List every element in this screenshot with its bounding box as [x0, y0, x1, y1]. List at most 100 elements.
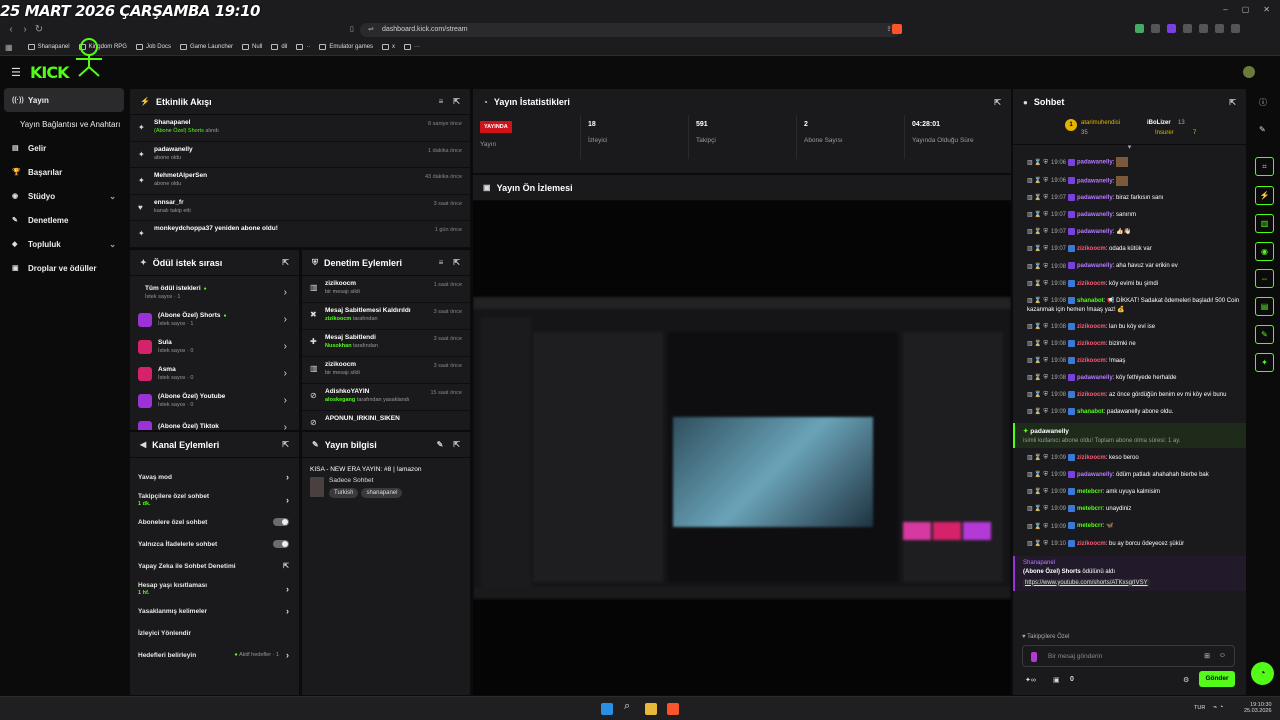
channel-action-item[interactable]: Yalnızca İfadelerle sohbet — [130, 533, 299, 555]
poll-icon[interactable]: ▤ — [1255, 297, 1274, 316]
channel-action-item[interactable]: Abonelere özel sohbet — [130, 511, 299, 533]
wrench-icon[interactable]: ✎ — [1255, 325, 1274, 344]
moderation-title[interactable]: APONUN_IRKINI_SIKEN — [325, 415, 400, 422]
bolt-icon[interactable]: ⚡ — [1255, 186, 1274, 205]
activity-user[interactable]: padawanelly — [154, 146, 193, 153]
menu-icon[interactable]: ☰ — [11, 66, 21, 79]
chat-username[interactable]: zizikoocm — [1077, 281, 1106, 287]
bookmark-item[interactable]: Game Launcher — [179, 44, 233, 50]
chat-username[interactable]: metebcrr — [1077, 506, 1103, 512]
chat-input[interactable]: Bir mesaj gönderin ⊞ ☺ — [1022, 645, 1235, 667]
channel-action-item[interactable]: İzleyici Yönlendir — [130, 622, 299, 644]
chat-username[interactable]: padawanelly — [1077, 160, 1113, 166]
reward-queue-item[interactable]: (Abone Özel) Shorts ● İstek sayısı · 1 › — [130, 306, 299, 333]
reward-queue-item[interactable]: (Abone Özel) Tiktok › — [130, 414, 299, 430]
bookmark-item[interactable]: ·· — [296, 44, 310, 50]
sidebar-item[interactable]: Yayın Bağlantısı ve Anahtarı — [0, 112, 128, 136]
channel-action-item[interactable]: Takipçilere özel sohbet 1 dk. › — [130, 488, 299, 511]
activity-user[interactable]: Shanapanel — [154, 119, 219, 126]
file-explorer-icon[interactable] — [645, 703, 657, 715]
maximize-icon[interactable]: ▢ — [1242, 5, 1250, 14]
mod-action-icons[interactable]: ▥ ⌛ ⛨ — [1027, 358, 1048, 364]
chat-username[interactable]: padawanelly — [1077, 375, 1113, 381]
brave-shield-icon[interactable] — [892, 24, 902, 34]
edit-icon[interactable]: ✎ — [437, 440, 444, 449]
send-button[interactable]: Gönder — [1199, 671, 1235, 687]
bookmark-item[interactable]: Job Docs — [135, 44, 171, 50]
reward-icon[interactable]: ✦ — [1255, 353, 1274, 372]
stream-tag[interactable]: Turkish — [329, 488, 359, 498]
chat-username[interactable]: padawanelly — [1077, 195, 1113, 201]
bookmark-item[interactable]: Null — [242, 44, 262, 50]
settings-icon[interactable]: ⚙ — [1183, 676, 1189, 684]
sidebar-item[interactable]: ✎ Denetleme — [0, 208, 128, 232]
chat-username[interactable]: padawanelly — [1077, 264, 1113, 270]
kick-logo[interactable]: KICK — [30, 63, 69, 82]
emoji-icon[interactable]: ☺ — [1219, 652, 1226, 659]
mod-action-icons[interactable]: ▥ ⌛ ⛨ — [1027, 392, 1048, 398]
extension-icon[interactable] — [1215, 24, 1224, 33]
info-icon[interactable]: ⓘ — [1259, 97, 1267, 108]
popout-icon[interactable]: ⇱ — [453, 258, 460, 267]
mod-action-icons[interactable]: ▥ ⌛ ⛨ — [1027, 541, 1048, 547]
trash-icon[interactable]: ▥ — [1255, 214, 1274, 233]
chat-username[interactable]: padawanelly — [1077, 229, 1113, 235]
bookmark-icon[interactable]: ▯ — [350, 23, 354, 37]
sidebar-item[interactable]: 🏆 Başarılar — [0, 160, 128, 184]
moderation-title[interactable]: zizikoocm — [325, 361, 360, 368]
extension-icon[interactable] — [1231, 24, 1240, 33]
popout-icon[interactable]: ⇱ — [453, 97, 460, 106]
forward-icon[interactable]: › — [18, 24, 32, 35]
bookmark-item[interactable]: dil — [271, 44, 287, 50]
mod-action-icons[interactable]: ▥ ⌛ ⛨ — [1027, 246, 1048, 252]
mod-action-icons[interactable]: ▥ ⌛ ⛨ — [1027, 472, 1048, 478]
popout-icon[interactable]: ⇱ — [1229, 98, 1236, 107]
channel-action-item[interactable]: Yasaklanmış kelimeler › — [130, 600, 299, 622]
mod-action-icons[interactable]: ▥ ⌛ ⛨ — [1027, 341, 1048, 347]
extension-icon[interactable] — [1167, 24, 1176, 33]
back-icon[interactable]: ‹ — [4, 24, 18, 35]
activity-user[interactable]: monkeydchoppa37 yeniden abone oldu! — [154, 225, 278, 232]
moderation-title[interactable]: Mesaj Sabitlendi — [325, 334, 378, 341]
chat-username[interactable]: zizikoocm — [1077, 455, 1106, 461]
apps-grid-icon[interactable]: ▦ — [5, 43, 13, 52]
mod-action-icons[interactable]: ▥ ⌛ ⛨ — [1027, 375, 1048, 381]
mod-action-icons[interactable]: ▥ ⌛ ⛨ — [1027, 506, 1048, 512]
moderation-actor[interactable]: zizikoocm — [325, 316, 351, 322]
mod-action-icons[interactable]: ▥ ⌛ ⛨ — [1027, 264, 1048, 270]
channel-action-item[interactable]: Yavaş mod › — [130, 466, 299, 488]
chat-username[interactable]: zizikoocm — [1077, 324, 1106, 330]
reward-queue-item[interactable]: Asma İstek sayısı · 0 › — [130, 360, 299, 387]
mod-action-icons[interactable]: ▥ ⌛ ⛨ — [1027, 229, 1048, 235]
emote-icon[interactable]: ⊞ — [1204, 652, 1210, 660]
minimize-icon[interactable]: – — [1223, 5, 1227, 14]
extension-icon[interactable] — [1183, 24, 1192, 33]
popout-icon[interactable]: ⇱ — [282, 258, 289, 267]
top-user[interactable]: atarimuhendisi — [1081, 120, 1120, 126]
channel-action-item[interactable]: Hedefleri belirleyin › ● Aktif hedefler · … — [130, 644, 299, 666]
gift-icon[interactable]: ▣ — [1053, 676, 1060, 684]
sidebar-item[interactable]: ▣ Droplar ve ödüller — [0, 256, 128, 280]
mod-action-icons[interactable]: ▥ ⌛ ⛨ — [1027, 195, 1048, 201]
clock[interactable]: 19:10:30 25.03.2026 — [1244, 702, 1272, 714]
chat-username[interactable]: padawanelly — [1077, 178, 1113, 184]
sidebar-item[interactable]: ((·)) Yayın — [4, 88, 124, 112]
address-bar[interactable]: ▯ ⇌ dashboard.kick.com/stream ⇪ — [350, 23, 900, 37]
top-user[interactable]: iBoLizer — [1147, 120, 1171, 126]
stream-tag[interactable]: shanapanel — [361, 488, 403, 498]
mod-action-icons[interactable]: ▥ ⌛ ⛨ — [1027, 409, 1048, 415]
chat-icon[interactable]: ◉ — [1255, 242, 1274, 261]
bookmark-item[interactable]: Emulator games — [319, 44, 373, 50]
mod-action-icons[interactable]: ▥ ⌛ ⛨ — [1027, 524, 1048, 530]
extension-icon[interactable] — [1135, 24, 1144, 33]
reward-queue-item[interactable]: Sula İstek sayısı · 0 › — [130, 333, 299, 360]
chat-username[interactable]: metebcrr — [1077, 489, 1103, 495]
chevron-down-icon[interactable]: ▾ — [1013, 144, 1246, 153]
raid-icon[interactable]: ⇔ — [1255, 269, 1274, 288]
extension-icon[interactable] — [1151, 24, 1160, 33]
bookmark-item[interactable]: Shanapanel — [27, 44, 70, 50]
windows-start-icon[interactable] — [601, 703, 613, 715]
chat-username[interactable]: padawanelly — [1077, 212, 1113, 218]
chat-username[interactable]: metebcrr — [1077, 524, 1103, 530]
chat-username[interactable]: zizikoocm — [1077, 246, 1106, 252]
